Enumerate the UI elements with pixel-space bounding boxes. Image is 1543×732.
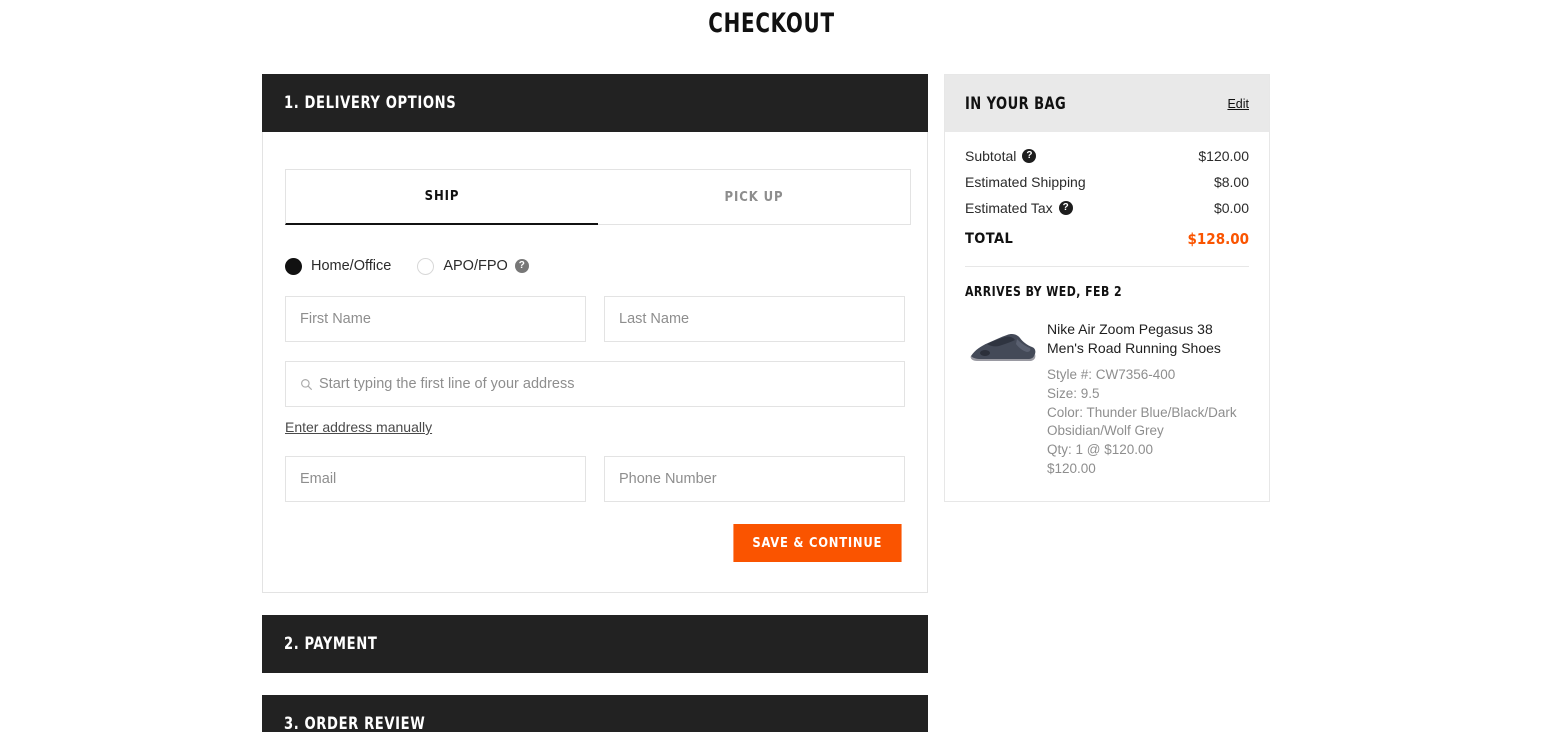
section-order-review: 3. ORDER REVIEW [262,695,928,732]
phone-placeholder: Phone Number [619,471,717,487]
phone-input[interactable]: Phone Number [604,456,905,502]
edit-bag-link[interactable]: Edit [1227,97,1249,111]
first-name-input[interactable]: First Name [285,296,586,342]
bag-item-name-line2[interactable]: Men's Road Running Shoes [1047,339,1249,358]
first-name-placeholder: First Name [300,311,371,327]
bag-item-size: Size: 9.5 [1047,386,1100,401]
summary-label-subtotal: Subtotal ? [965,148,1037,164]
tab-pick-up-label: PICK UP [724,189,784,205]
tab-ship-label: SHIP [424,189,460,204]
address-search-placeholder: Start typing the first line of your addr… [319,376,575,392]
search-icon [301,378,313,390]
bag-item: Nike Air Zoom Pegasus 38 Men's Road Runn… [965,320,1249,479]
section-header-delivery[interactable]: 1. DELIVERY OPTIONS [262,74,928,132]
section-delivery-options: 1. DELIVERY OPTIONS SHIP PICK UP Home/Of… [262,74,928,593]
summary-value-tax: $0.00 [1213,200,1249,216]
save-and-continue-button[interactable]: SAVE & CONTINUE [732,524,901,562]
last-name-placeholder: Last Name [619,311,690,327]
bag-header: IN YOUR BAG Edit [945,75,1269,132]
section-title-payment: 2. PAYMENT [284,634,378,654]
contact-field-row: Email Phone Number [285,456,905,502]
bag-item-qty: Qty: 1 @ $120.00 [1047,442,1154,457]
delivery-options-body: SHIP PICK UP Home/Office APO/FPO ? First… [262,132,928,593]
summary-row-subtotal: Subtotal ? $120.00 [965,148,1249,164]
summary-row-total: TOTAL $128.00 [965,230,1249,248]
summary-value-total: $128.00 [1187,230,1249,248]
summary-label-tax: Estimated Tax ? [965,200,1073,216]
summary-label-tax-text: Estimated Tax [965,200,1053,216]
summary-label-subtotal-text: Subtotal [965,148,1017,164]
summary-label-shipping: Estimated Shipping [965,174,1086,190]
bag-item-meta: Style #: CW7356-400 Size: 9.5 Color: Thu… [1047,366,1249,478]
section-header-payment[interactable]: 2. PAYMENT [262,615,928,673]
radio-apo-fpo[interactable] [417,257,435,275]
checkout-page: CHECKOUT 1. DELIVERY OPTIONS SHIP PICK U… [0,0,1543,732]
summary-row-shipping: Estimated Shipping $8.00 [965,174,1249,190]
radio-home-office-label: Home/Office [311,258,392,274]
bag-body: Subtotal ? $120.00 Estimated Shipping $8… [945,132,1269,501]
summary-row-tax: Estimated Tax ? $0.00 [965,200,1249,216]
bag-title: IN YOUR BAG [965,94,1067,113]
order-summary-panel: IN YOUR BAG Edit Subtotal ? $120.00 Esti… [944,74,1270,502]
section-header-order-review[interactable]: 3. ORDER REVIEW [262,695,928,732]
page-title: CHECKOUT [708,8,835,39]
help-icon-apo-fpo[interactable]: ? [514,259,529,273]
email-input[interactable]: Email [285,456,586,502]
tab-ship[interactable]: SHIP [285,169,598,225]
radio-apo-fpo-label: APO/FPO [443,258,508,274]
summary-value-subtotal: $120.00 [1198,148,1249,164]
bag-item-info: Nike Air Zoom Pegasus 38 Men's Road Runn… [1047,320,1249,479]
email-placeholder: Email [300,471,337,487]
address-type-radio-group: Home/Office APO/FPO ? [285,255,905,277]
bag-item-line-total: $120.00 [1047,461,1096,476]
tab-pick-up[interactable]: PICK UP [598,169,911,225]
delivery-actions: SAVE & CONTINUE [285,524,905,562]
help-icon-tax[interactable]: ? [1058,201,1073,215]
enter-address-manually-link[interactable]: Enter address manually [285,419,432,435]
bag-item-color: Color: Thunder Blue/Black/Dark Obsidian/… [1047,405,1237,438]
bag-item-name-line1[interactable]: Nike Air Zoom Pegasus 38 [1047,320,1249,339]
delivery-method-tabs: SHIP PICK UP [285,169,911,225]
checkout-sections: 1. DELIVERY OPTIONS SHIP PICK UP Home/Of… [262,74,928,732]
address-field-row: Start typing the first line of your addr… [285,361,905,407]
summary-label-total: TOTAL [965,231,1014,247]
summary-value-shipping: $8.00 [1213,174,1249,190]
section-title-order-review: 3. ORDER REVIEW [284,714,426,732]
section-payment: 2. PAYMENT [262,615,928,673]
running-shoe-thumbnail-icon [970,334,1036,361]
radio-home-office[interactable] [285,257,302,275]
section-title-delivery: 1. DELIVERY OPTIONS [284,93,457,113]
last-name-input[interactable]: Last Name [604,296,905,342]
arrival-estimate: ARRIVES BY WED, FEB 2 [965,284,1123,300]
bag-item-style: Style #: CW7356-400 [1047,367,1176,382]
bag-divider [965,266,1249,267]
name-field-row: First Name Last Name [285,296,905,342]
address-search-input[interactable]: Start typing the first line of your addr… [285,361,905,407]
help-icon-subtotal[interactable]: ? [1022,149,1037,163]
